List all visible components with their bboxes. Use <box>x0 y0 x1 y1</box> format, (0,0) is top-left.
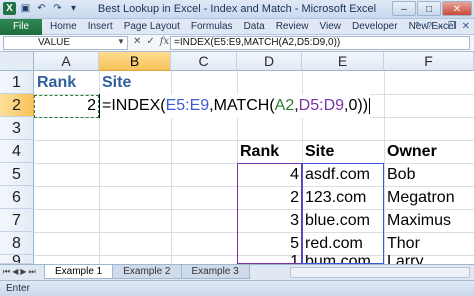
minimize-button[interactable]: – <box>392 1 416 16</box>
row-header-6[interactable]: 6 <box>0 186 34 209</box>
ribbon-right-controls: ⌃ ? – ❐ ✕ <box>413 21 470 32</box>
last-sheet-icon[interactable]: ⏭ <box>29 267 36 277</box>
formula-ref-d5-d9: D5:D9 <box>298 97 345 114</box>
cell-e4[interactable]: Site <box>302 140 384 163</box>
text-cursor <box>369 97 371 114</box>
sheet-tab-example-2[interactable]: Example 2 <box>112 265 182 279</box>
row-header-1[interactable]: 1 <box>0 71 34 94</box>
formula-part: =INDEX( <box>102 97 166 114</box>
cell-f8[interactable]: Thor <box>384 232 474 255</box>
name-box-dropdown-icon[interactable]: ▼ <box>117 37 125 46</box>
window-controls: – □ ✕ <box>392 1 472 16</box>
tab-file[interactable]: File <box>0 19 42 35</box>
row-header-5[interactable]: 5 <box>0 163 34 186</box>
tab-page-layout[interactable]: Page Layout <box>124 21 180 32</box>
prev-sheet-icon[interactable]: ◀ <box>12 267 18 277</box>
tab-review[interactable]: Review <box>276 21 309 32</box>
row-header-8[interactable]: 8 <box>0 232 34 255</box>
sheet-nav-arrows: ⏮ ◀ ▶ ⏭ <box>3 267 36 277</box>
cell-d4[interactable]: Rank <box>237 140 302 163</box>
horizontal-scrollbar[interactable] <box>290 267 470 278</box>
column-header-f[interactable]: F <box>384 52 474 71</box>
tab-data[interactable]: Data <box>244 21 265 32</box>
formula-part: ,MATCH( <box>209 97 275 114</box>
row-header-7[interactable]: 7 <box>0 209 34 232</box>
help-icon[interactable]: ? <box>427 21 433 32</box>
cell-f6[interactable]: Megatron <box>384 186 474 209</box>
workbook-restore-icon[interactable]: ❐ <box>448 21 457 32</box>
cell-a1[interactable]: Rank <box>34 71 99 94</box>
cell-b1[interactable]: Site <box>99 71 171 94</box>
cancel-icon[interactable]: ✕ <box>133 36 141 47</box>
column-header-b[interactable]: B <box>99 52 171 71</box>
column-header-e[interactable]: E <box>302 52 384 71</box>
title-bar: X ▣ ↶ ↷ ▾ Best Lookup in Excel - Index a… <box>0 0 474 19</box>
first-sheet-icon[interactable]: ⏮ <box>3 267 10 277</box>
worksheet-grid[interactable]: A B C D E F 1 2 3 4 5 6 7 8 9 Rank Site … <box>0 52 474 264</box>
workbook-close-icon[interactable]: ✕ <box>462 21 470 32</box>
row-header-3[interactable]: 3 <box>0 117 34 140</box>
reference-highlight-d5-d9 <box>237 163 302 264</box>
cell-f7[interactable]: Maximus <box>384 209 474 232</box>
tab-developer[interactable]: Developer <box>352 21 398 32</box>
sheet-tab-bar: ⏮ ◀ ▶ ⏭ Example 1 Example 2 Example 3 <box>0 264 474 280</box>
next-sheet-icon[interactable]: ▶ <box>20 267 26 277</box>
row-header-9[interactable]: 9 <box>0 255 34 264</box>
sheet-tab-example-1[interactable]: Example 1 <box>44 265 114 279</box>
reference-highlight-e5-e9 <box>302 163 384 264</box>
name-box[interactable]: VALUE <box>3 36 128 50</box>
select-all-corner[interactable] <box>0 52 34 71</box>
enter-icon[interactable]: ✓ <box>146 36 154 47</box>
tab-insert[interactable]: Insert <box>88 21 113 32</box>
close-button[interactable]: ✕ <box>442 1 472 16</box>
tab-view[interactable]: View <box>319 21 341 32</box>
row-header-4[interactable]: 4 <box>0 140 34 163</box>
status-bar: Enter <box>0 280 474 296</box>
insert-function-icon[interactable]: fx <box>160 36 169 47</box>
formula-part: ,0)) <box>344 97 369 114</box>
row-header-2[interactable]: 2 <box>0 94 34 117</box>
cell-f4[interactable]: Owner <box>384 140 474 163</box>
cell-b2-formula-edit[interactable]: =INDEX(E5:E9,MATCH(A2,D5:D9,0)) <box>100 94 371 118</box>
formula-ref-e5-e9: E5:E9 <box>165 97 210 114</box>
workbook-minimize-icon[interactable]: – <box>437 21 443 32</box>
ribbon-tabs: File Home Insert Page Layout Formulas Da… <box>0 19 474 35</box>
formula-bar: VALUE ▼ ✕ ✓ fx =INDEX(E5:E9,MATCH(A2,D5:… <box>0 35 474 52</box>
cell-f9[interactable]: Larry <box>384 255 474 264</box>
tab-formulas[interactable]: Formulas <box>191 21 233 32</box>
ribbon-collapse-icon[interactable]: ⌃ <box>413 21 421 32</box>
column-header-d[interactable]: D <box>237 52 302 71</box>
cell-f5[interactable]: Bob <box>384 163 474 186</box>
column-header-c[interactable]: C <box>171 52 237 71</box>
column-header-a[interactable]: A <box>34 52 99 71</box>
maximize-button[interactable]: □ <box>417 1 441 16</box>
formula-ref-a2: A2 <box>274 97 295 114</box>
formula-input[interactable]: =INDEX(E5:E9,MATCH(A2,D5:D9,0)) <box>170 36 470 50</box>
tab-home[interactable]: Home <box>50 21 77 32</box>
sheet-tab-example-3[interactable]: Example 3 <box>180 265 250 279</box>
cell-a2[interactable]: 2 <box>34 94 99 117</box>
